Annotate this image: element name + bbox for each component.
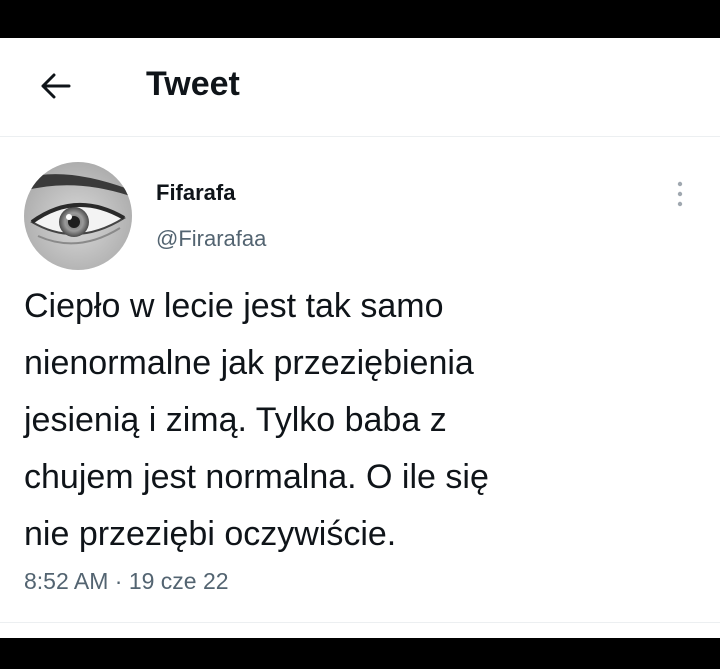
- more-options-button[interactable]: [668, 176, 692, 212]
- divider: [0, 622, 720, 623]
- tweet-screen: Tweet Fifarafa @Firarafaa Ciepło w lecie…: [0, 38, 720, 638]
- page-title: Tweet: [146, 65, 240, 103]
- top-bar: Tweet: [0, 38, 720, 137]
- tweet-timestamp[interactable]: 8:52 AM · 19 cze 22: [24, 566, 229, 596]
- eye-avatar-image: [24, 162, 132, 270]
- back-button[interactable]: [34, 64, 78, 108]
- author-display-name[interactable]: Fifarafa: [156, 179, 235, 207]
- vertical-ellipsis-icon: [677, 181, 683, 207]
- avatar[interactable]: [24, 162, 132, 270]
- arrow-left-icon: [41, 73, 71, 99]
- author-handle[interactable]: @Firarafaa: [156, 225, 266, 253]
- tweet-text: Ciepło w lecie jest tak samo nienormalne…: [24, 287, 489, 553]
